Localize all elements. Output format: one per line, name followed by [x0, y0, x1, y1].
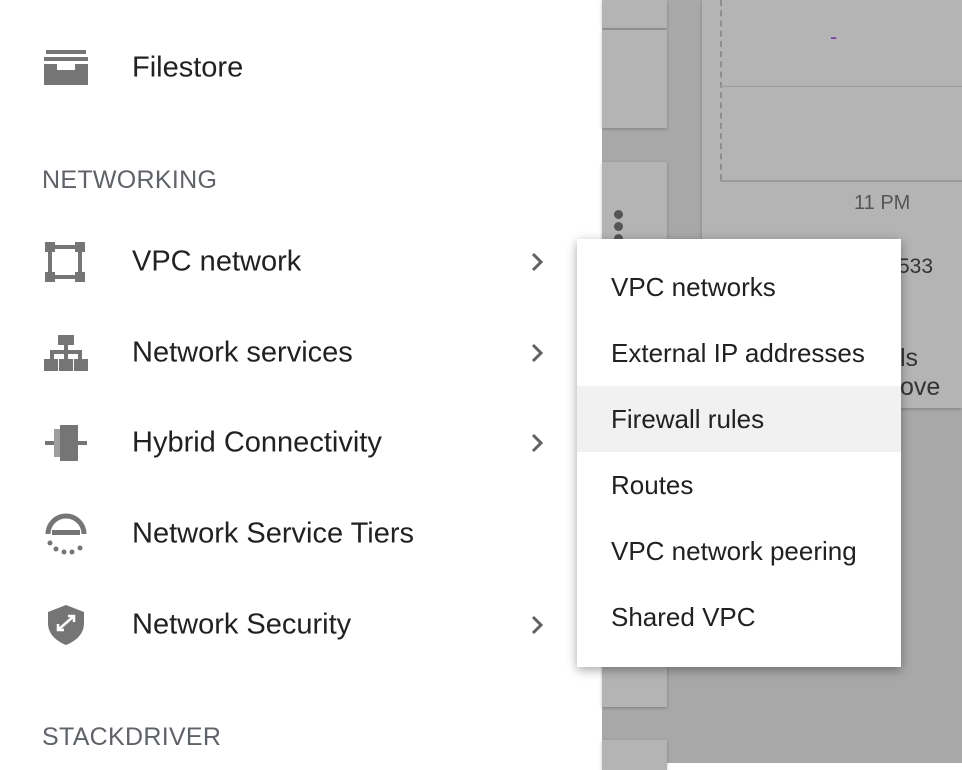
nav-item-label: VPC network — [132, 245, 302, 278]
vpc-network-submenu: VPC networks External IP addresses Firew… — [577, 239, 901, 667]
background-card — [602, 740, 667, 770]
background-text-fragment: ls ove — [900, 344, 941, 401]
nav-item-label: Network services — [132, 336, 353, 369]
network-service-tiers-icon — [42, 512, 90, 556]
chevron-right-icon — [524, 612, 550, 638]
background-card — [602, 0, 667, 28]
background-card — [602, 30, 667, 128]
chevron-right-icon — [524, 430, 550, 456]
nav-item-network-services[interactable]: Network services — [0, 308, 602, 398]
nav-item-hybrid-connectivity[interactable]: Hybrid Connectivity — [0, 398, 602, 488]
submenu-item-vpc-network-peering[interactable]: VPC network peering — [577, 518, 901, 584]
nav-item-vpc-network[interactable]: VPC network — [0, 217, 602, 307]
nav-item-filestore[interactable]: Filestore — [0, 23, 602, 113]
submenu-item-routes[interactable]: Routes — [577, 452, 901, 518]
chevron-right-icon — [524, 340, 550, 366]
chart-time-label: 11 PM — [854, 192, 911, 214]
chart-baseline — [720, 180, 962, 182]
nav-item-label: Hybrid Connectivity — [132, 426, 382, 459]
network-security-icon — [42, 603, 90, 647]
nav-item-network-service-tiers[interactable]: Network Service Tiers — [0, 489, 602, 579]
submenu-item-firewall-rules[interactable]: Firewall rules — [577, 386, 901, 452]
submenu-item-shared-vpc[interactable]: Shared VPC — [577, 584, 901, 650]
nav-item-network-security[interactable]: Network Security — [0, 580, 602, 670]
filestore-icon — [42, 46, 90, 90]
network-services-icon — [42, 331, 90, 375]
chart-gridline — [720, 86, 962, 87]
vpc-network-icon — [42, 240, 90, 284]
section-title-stackdriver: STACKDRIVER — [42, 723, 222, 751]
nav-item-label: Network Service Tiers — [132, 517, 415, 550]
hybrid-connectivity-icon — [42, 421, 90, 465]
submenu-item-external-ip-addresses[interactable]: External IP addresses — [577, 320, 901, 386]
chart-value-fragment: 533 — [898, 255, 934, 278]
nav-item-label: Filestore — [132, 51, 244, 84]
navigation-drawer: Filestore NETWORKING VPC network Network… — [0, 0, 602, 763]
chart-axis-line — [720, 0, 722, 180]
chart-dash-marker: - — [830, 24, 838, 49]
nav-item-label: Network Security — [132, 608, 352, 641]
chevron-right-icon — [524, 249, 550, 275]
section-title-networking: NETWORKING — [42, 166, 218, 194]
submenu-item-vpc-networks[interactable]: VPC networks — [577, 254, 901, 320]
